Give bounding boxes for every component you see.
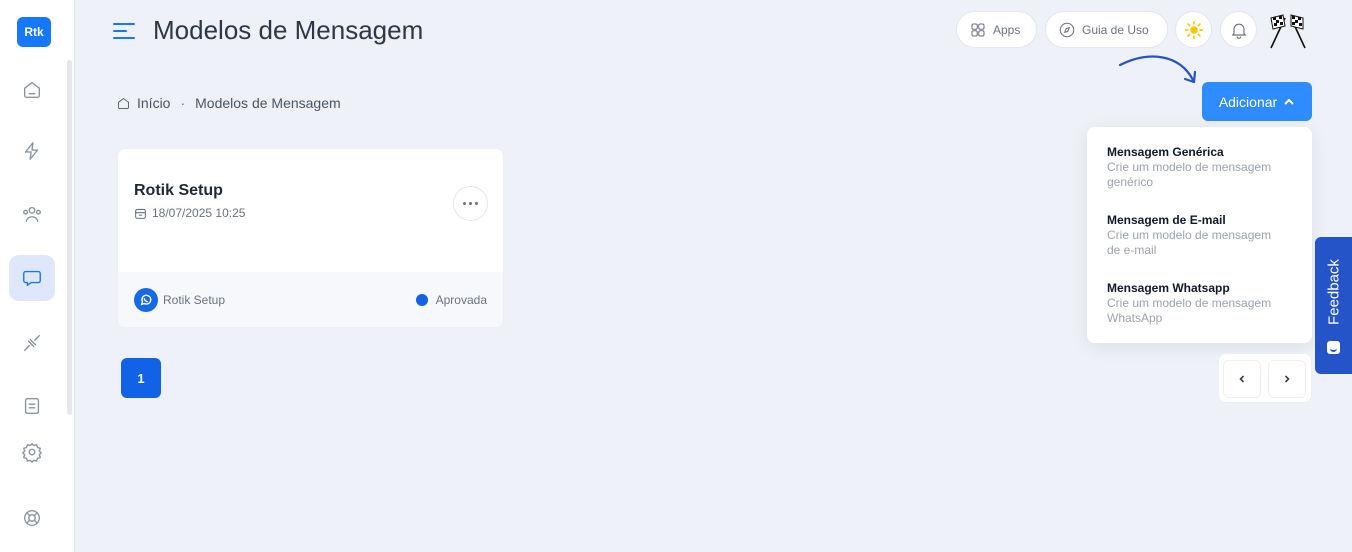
sidebar-item-integrations[interactable]: [9, 320, 55, 366]
sidebar-item-reports[interactable]: [9, 383, 55, 429]
sidebar-scrollbar[interactable]: [67, 60, 72, 415]
message-icon: [23, 270, 41, 287]
menu-item-description: Crie um modelo de mensagem: [1107, 228, 1272, 242]
calendar-icon: [135, 208, 146, 219]
menu-item-email-message[interactable]: Mensagem de E-mail Crie um modelo de men…: [1107, 213, 1297, 258]
sidebar-item-settings[interactable]: [9, 429, 55, 475]
pagination-controls: [1218, 353, 1312, 403]
users-icon: [23, 206, 41, 223]
guide-button[interactable]: Guia de Uso: [1045, 11, 1168, 48]
compass-icon: [1059, 22, 1075, 37]
feedback-label: Feedback: [1325, 259, 1342, 325]
next-page-button[interactable]: [1268, 360, 1306, 398]
grid-icon: [971, 22, 985, 37]
page-title: Modelos de Mensagem: [153, 15, 424, 45]
menu-item-description: Crie um modelo de mensagem: [1107, 296, 1272, 310]
guide-label: Guia de Uso: [1082, 22, 1149, 37]
menu-item-title: Mensagem Genérica: [1107, 145, 1224, 159]
breadcrumb-separator: ·: [180, 95, 186, 111]
sidebar: Rtk: [0, 0, 75, 552]
sidebar-item-help[interactable]: [9, 495, 55, 541]
status-label: Aprovada: [435, 293, 487, 307]
template-title: Rotik Setup: [134, 182, 223, 199]
app-logo[interactable]: Rtk: [17, 17, 51, 47]
bolt-icon: [24, 142, 39, 160]
sidebar-item-contacts[interactable]: [9, 191, 55, 237]
status-dot: [415, 294, 428, 306]
notifications-button[interactable]: [1220, 11, 1257, 48]
menu-toggle-icon[interactable]: [113, 21, 135, 41]
template-card-footer: Rotik Setup Aprovada: [118, 272, 503, 327]
breadcrumb: Início · Modelos de Mensagem: [116, 95, 341, 111]
template-date: 18/07/2025 10:25: [134, 206, 245, 220]
sidebar-item-automations[interactable]: [9, 128, 55, 174]
dot: [475, 202, 478, 205]
chevron-up-icon: [1284, 98, 1294, 105]
template-card[interactable]: Rotik Setup 18/07/2025 10:25 Rotik Setup…: [117, 148, 504, 328]
home-icon: [118, 97, 129, 109]
menu-item-description: Crie um modelo de mensagem: [1107, 160, 1272, 174]
plug-icon: [23, 334, 41, 352]
avatar[interactable]: [1265, 12, 1311, 50]
settings-icon: [22, 443, 42, 463]
template-channel-name: Rotik Setup: [163, 293, 226, 307]
status-badge: Aprovada: [415, 293, 487, 307]
page-button-1[interactable]: 1: [121, 358, 161, 398]
more-options-button[interactable]: [453, 186, 488, 221]
menu-item-title: Mensagem Whatsapp: [1107, 281, 1230, 295]
menu-item-generic-message[interactable]: Mensagem Genérica Crie um modelo de mens…: [1107, 145, 1297, 190]
help-lifebuoy-icon: [23, 509, 41, 527]
chevron-left-icon: [1239, 375, 1245, 383]
sidebar-item-messages[interactable]: [9, 255, 55, 301]
chevron-right-icon: [1284, 375, 1290, 383]
dot: [463, 202, 466, 205]
menu-item-title: Mensagem de E-mail: [1107, 213, 1226, 227]
dot: [469, 202, 472, 205]
apps-button[interactable]: Apps: [956, 11, 1037, 48]
document-icon: [24, 397, 40, 415]
sidebar-item-home[interactable]: [9, 67, 55, 113]
apps-label: Apps: [993, 22, 1021, 37]
sun-icon: [1184, 20, 1203, 39]
breadcrumb-home[interactable]: Início: [137, 95, 170, 111]
breadcrumb-current: Modelos de Mensagem: [195, 95, 341, 111]
menu-item-whatsapp-message[interactable]: Mensagem Whatsapp Crie um modelo de mens…: [1107, 281, 1297, 326]
theme-toggle-button[interactable]: [1175, 11, 1212, 48]
whatsapp-icon: [134, 288, 158, 312]
smile-icon: [1327, 341, 1340, 354]
bell-icon: [1231, 23, 1246, 39]
menu-item-description: de e-mail: [1107, 243, 1157, 257]
home-icon: [23, 81, 41, 99]
add-dropdown-menu: Mensagem Genérica Crie um modelo de mens…: [1087, 127, 1312, 343]
template-date-text: 18/07/2025 10:25: [152, 206, 246, 220]
menu-item-description: WhatsApp: [1107, 311, 1163, 325]
add-button-label: Adicionar: [1218, 93, 1278, 110]
previous-page-button[interactable]: [1223, 360, 1261, 398]
add-button[interactable]: Adicionar: [1202, 82, 1312, 121]
menu-item-description: genérico: [1107, 175, 1154, 189]
feedback-tab[interactable]: Feedback: [1315, 237, 1352, 374]
